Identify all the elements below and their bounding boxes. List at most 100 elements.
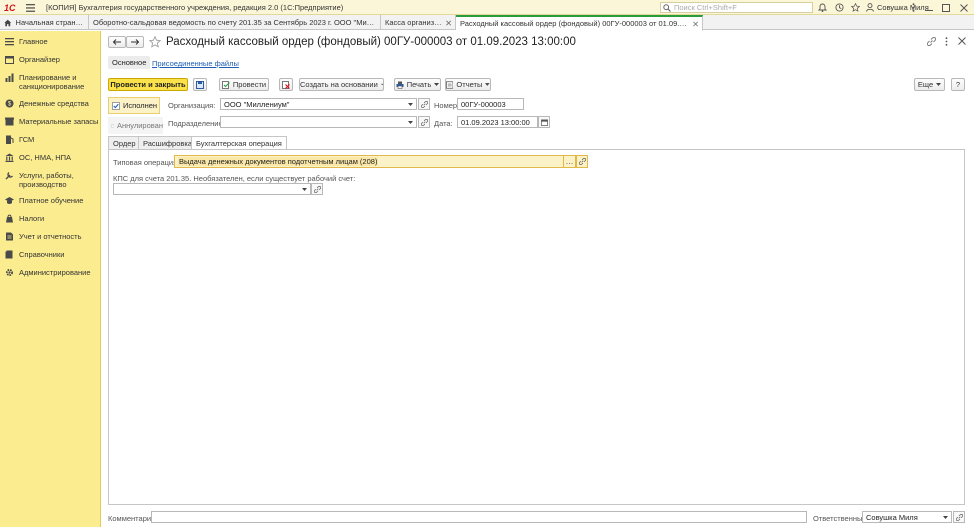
back-button[interactable] bbox=[108, 36, 126, 48]
responsible-dropdown[interactable] bbox=[940, 511, 952, 523]
kps-label: КПС для счета 201.35. Необязателен, если… bbox=[113, 174, 356, 183]
tab-label: Расходный кассовый ордер (фондовый) 00ГУ… bbox=[460, 19, 690, 28]
department-field[interactable] bbox=[220, 116, 417, 128]
planning-icon bbox=[5, 73, 14, 82]
tab-accounting-operation[interactable]: Бухгалтерская операция bbox=[191, 136, 287, 150]
star-outline-icon bbox=[149, 36, 161, 48]
1c-logo-icon: 1С bbox=[4, 2, 16, 13]
bell-icon bbox=[818, 3, 827, 12]
favorites-button[interactable] bbox=[851, 2, 860, 13]
sidebar-item-admin[interactable]: Администрирование bbox=[5, 268, 100, 277]
tab-turnover-sheet[interactable]: Оборотно-сальдовая ведомость по счету 20… bbox=[89, 15, 381, 30]
date-field[interactable]: 01.09.2023 13:00:00 bbox=[457, 116, 538, 128]
sidebar-item-label: Материальные запасы bbox=[19, 117, 99, 126]
form-more-button[interactable] bbox=[945, 37, 948, 46]
tab-home[interactable]: Начальная страница bbox=[0, 15, 89, 30]
print-button[interactable]: Печать bbox=[394, 78, 441, 91]
tab-cash-desk[interactable]: Касса организации bbox=[381, 15, 456, 30]
subnav-main[interactable]: Основное bbox=[108, 56, 151, 69]
search-icon bbox=[663, 3, 671, 12]
operation-type-field[interactable]: Выдача денежных документов подотчетным л… bbox=[174, 155, 564, 168]
chevron-down-icon bbox=[485, 83, 490, 86]
executed-checkbox[interactable]: Исполнен bbox=[108, 97, 160, 114]
history-button[interactable] bbox=[835, 2, 844, 13]
reports-button[interactable]: Отчеты bbox=[445, 78, 491, 91]
close-tab-icon[interactable] bbox=[692, 21, 698, 27]
user-menu[interactable]: Совушка Миля bbox=[866, 2, 929, 13]
responsible-label: Ответственный: bbox=[813, 514, 869, 523]
link-icon bbox=[955, 513, 963, 521]
sidebar-item-label: ОС, НМА, НПА bbox=[19, 153, 72, 162]
department-open-button[interactable] bbox=[418, 116, 430, 128]
notifications-button[interactable] bbox=[818, 2, 827, 13]
operation-type-open-button[interactable] bbox=[576, 155, 588, 168]
sidebar-item-assets[interactable]: ОС, НМА, НПА bbox=[5, 153, 100, 162]
sidebar-item-inventory[interactable]: Материальные запасы bbox=[5, 117, 100, 126]
kps-dropdown[interactable] bbox=[299, 183, 311, 195]
cancelled-checkbox[interactable]: Аннулирован bbox=[108, 117, 163, 134]
subnav-attached-files[interactable]: Присоединенные файлы bbox=[152, 59, 239, 68]
home-icon bbox=[4, 19, 12, 26]
open-windows-bar: Начальная страница Оборотно-сальдовая ве… bbox=[0, 15, 974, 31]
organization-dropdown[interactable] bbox=[405, 98, 417, 110]
window-settings-button[interactable] bbox=[912, 2, 915, 13]
sidebar-item-label: Учет и отчетность bbox=[19, 232, 82, 241]
unpost-button[interactable] bbox=[279, 78, 293, 91]
kps-field[interactable] bbox=[113, 183, 304, 195]
close-form-button[interactable] bbox=[958, 37, 966, 45]
sidebar-item-catalogs[interactable]: Справочники bbox=[5, 250, 100, 259]
sidebar-item-education[interactable]: Платное обучение bbox=[5, 196, 100, 205]
organization-field[interactable]: ООО "Миллениум" bbox=[220, 98, 417, 110]
app-title: [КОПИЯ] Бухгалтерия государственного учр… bbox=[46, 3, 344, 12]
arrow-right-icon bbox=[131, 39, 139, 45]
more-actions-button[interactable]: Еще bbox=[914, 78, 945, 91]
sidebar-item-taxes[interactable]: Налоги bbox=[5, 214, 100, 223]
tab-order[interactable]: Ордер bbox=[108, 136, 141, 149]
maximize-button[interactable] bbox=[942, 2, 950, 13]
responsible-field[interactable]: Совушка Миля bbox=[862, 511, 942, 523]
sidebar-item-label: Планирование и санкционирование bbox=[19, 73, 85, 91]
global-search-input[interactable]: Поиск Ctrl+Shift+F bbox=[660, 2, 813, 13]
tab-cash-order[interactable]: Расходный кассовый ордер (фондовый) 00ГУ… bbox=[456, 15, 703, 31]
operation-type-value: Выдача денежных документов подотчетным л… bbox=[178, 157, 379, 166]
sidebar-item-label: Платное обучение bbox=[19, 196, 84, 205]
number-field[interactable]: 00ГУ-000003 bbox=[457, 98, 524, 110]
department-dropdown[interactable] bbox=[405, 116, 417, 128]
create-based-on-label: Создать на основании bbox=[300, 80, 378, 89]
forward-button[interactable] bbox=[126, 36, 144, 48]
department-label: Подразделение: bbox=[168, 119, 225, 128]
create-based-on-button[interactable]: Создать на основании bbox=[299, 78, 384, 91]
kps-open-button[interactable] bbox=[311, 183, 323, 195]
services-icon bbox=[5, 171, 14, 180]
save-button[interactable] bbox=[193, 78, 207, 91]
favorite-toggle[interactable] bbox=[149, 36, 161, 48]
chevron-down-icon bbox=[936, 83, 942, 86]
tab-label: Начальная страница bbox=[15, 18, 84, 27]
main-menu-button[interactable] bbox=[26, 2, 35, 13]
sidebar-item-label: Главное bbox=[19, 37, 48, 46]
post-button[interactable]: Провести bbox=[219, 78, 269, 91]
comment-field[interactable] bbox=[151, 511, 807, 523]
chevron-down-icon bbox=[380, 83, 383, 86]
help-button[interactable]: ? bbox=[951, 78, 965, 91]
sidebar-item-organizer[interactable]: Органайзер bbox=[5, 55, 100, 64]
tab-breakdown[interactable]: Расшифровка bbox=[138, 136, 197, 149]
close-window-button[interactable] bbox=[960, 2, 968, 13]
sidebar-item-money[interactable]: $ Денежные средства bbox=[5, 99, 100, 108]
sidebar-item-planning[interactable]: Планирование и санкционирование bbox=[5, 73, 100, 91]
date-picker-button[interactable] bbox=[538, 116, 550, 128]
close-tab-icon[interactable] bbox=[445, 20, 451, 26]
organization-open-button[interactable] bbox=[418, 98, 430, 110]
sidebar-item-services[interactable]: Услуги, работы, производство bbox=[5, 171, 100, 189]
responsible-open-button[interactable] bbox=[953, 511, 965, 523]
minimize-button[interactable] bbox=[925, 2, 933, 13]
chevron-down-icon bbox=[408, 102, 413, 106]
post-and-close-button[interactable]: Провести и закрыть bbox=[108, 78, 188, 91]
sidebar-item-reports[interactable]: Учет и отчетность bbox=[5, 232, 100, 241]
link-button[interactable] bbox=[927, 37, 936, 46]
operation-type-select-button[interactable]: … bbox=[564, 155, 576, 168]
sidebar-item-main[interactable]: Главное bbox=[5, 37, 100, 46]
link-icon bbox=[420, 118, 428, 126]
sidebar-item-fuel[interactable]: ГСМ bbox=[5, 135, 100, 144]
app-logo[interactable]: 1С bbox=[4, 2, 16, 13]
